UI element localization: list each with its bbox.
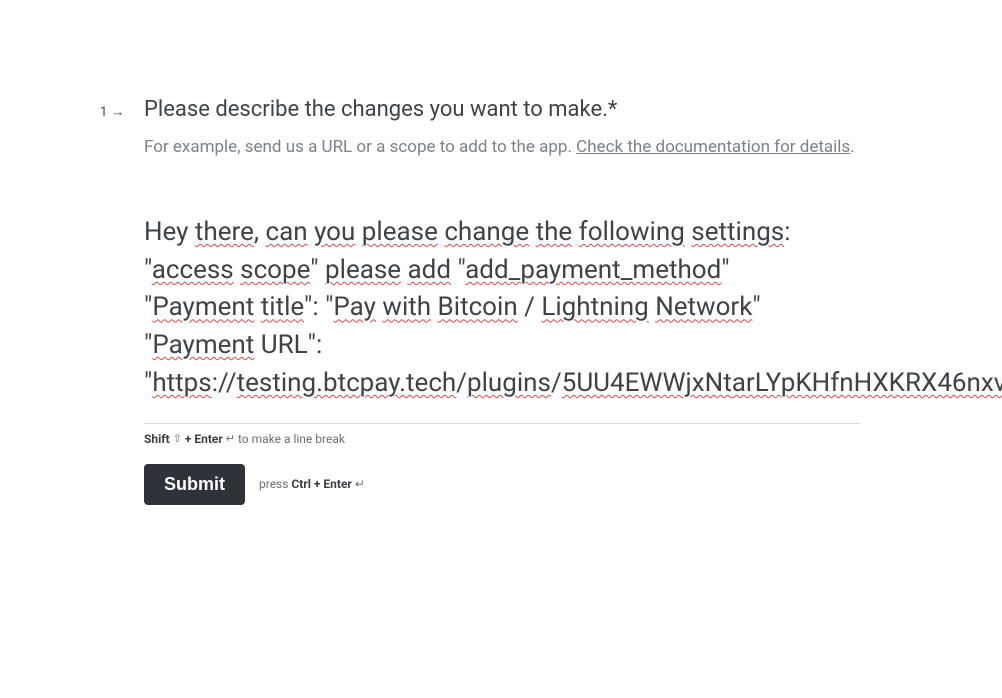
t: Pay (333, 292, 376, 322)
t: plugins (467, 368, 551, 398)
t: " (721, 255, 729, 285)
t: add_payment_method (465, 255, 721, 285)
submit-hint: press Ctrl + Enter ↵ (259, 477, 365, 491)
form-question: 1 → Please describe the changes you want… (100, 96, 860, 505)
t: ": " (304, 292, 333, 322)
t: 5UU4EWWjxNt (562, 368, 732, 398)
t: you (314, 217, 355, 247)
t: " (310, 255, 325, 285)
hint-enter: Enter (194, 432, 222, 446)
t: " (752, 292, 760, 322)
divider (144, 423, 860, 424)
t: Payment (152, 292, 254, 322)
t: change (444, 217, 529, 247)
t: : (784, 217, 790, 247)
question-marker: 1 → (100, 104, 123, 120)
t: scope (240, 255, 310, 285)
t: :// (212, 368, 237, 398)
enter-icon: ↵ (226, 432, 235, 445)
t: following (579, 217, 685, 247)
t: settings (691, 217, 784, 247)
t: testing.btcpay.tech (237, 368, 457, 398)
t: please (362, 217, 438, 247)
t: there (195, 217, 254, 247)
t: please (325, 255, 401, 285)
t: Lightning (541, 292, 648, 322)
t: with (382, 292, 431, 322)
t: URL": (254, 330, 322, 360)
hint-tail: to make a line break (238, 432, 345, 446)
question-description: For example, send us a URL or a scope to… (144, 135, 860, 161)
t: / (456, 368, 467, 398)
enter-icon: ↵ (355, 477, 365, 491)
question-title: Please describe the changes you want to … (144, 96, 860, 125)
hint-plus: + (185, 432, 195, 446)
arrow-right-icon: → (111, 104, 123, 120)
action-row: Submit press Ctrl + Enter ↵ (144, 464, 860, 505)
t: the (536, 217, 573, 247)
description-text: For example, send us a URL or a scope to… (144, 137, 576, 157)
t: " (451, 255, 465, 285)
t: add (408, 255, 451, 285)
t: , (254, 217, 266, 247)
t: arLYpKHfnHXKRX46nxvf6uyHt3Yr4wuDg (732, 368, 1002, 398)
question-number: 1 (100, 105, 107, 120)
description-suffix: . (850, 137, 854, 157)
question-body: Please describe the changes you want to … (144, 96, 860, 505)
t: / (518, 292, 542, 322)
shift-icon: ⇧ (173, 432, 182, 445)
submit-hint-prefix: press (259, 477, 291, 491)
linebreak-hint: Shift ⇧ + Enter ↵ to make a line break (144, 432, 860, 446)
t: Hey (144, 217, 195, 247)
t: / (551, 368, 562, 398)
answer-textarea[interactable]: Hey there, can you please change the fol… (144, 214, 860, 402)
hint-shift: Shift (144, 432, 170, 446)
t: https (152, 368, 211, 398)
t: Bitcoin (438, 292, 518, 322)
t: Network (655, 292, 752, 322)
submit-button[interactable]: Submit (144, 464, 245, 505)
t: " (144, 255, 152, 285)
submit-hint-key: Ctrl + Enter (291, 477, 351, 491)
t: can (265, 217, 307, 247)
t: Payment (152, 330, 254, 360)
documentation-link[interactable]: Check the documentation for details (576, 137, 850, 157)
t: title (261, 292, 304, 322)
t: access (152, 255, 234, 285)
